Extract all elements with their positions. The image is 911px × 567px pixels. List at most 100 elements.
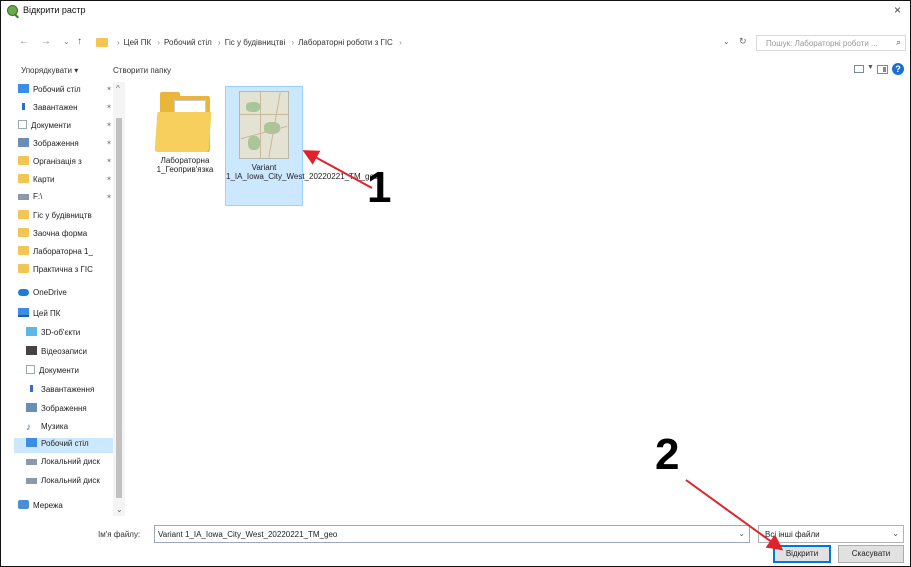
nav-item-network[interactable]: Мережа [18,500,118,515]
folder-icon [18,228,29,237]
search-placeholder: Пошук: Лабораторні роботи ... [766,39,878,48]
onedrive-icon [18,289,29,296]
pin-icon: ✶ [106,104,112,111]
file-name: Лабораторна 1_Геоприв'язка [156,156,214,174]
help-icon[interactable]: ? [892,63,904,75]
music-icon: ♪ [26,422,31,433]
breadcrumb-lab-works[interactable]: Лабораторні роботи з ГІС [298,38,393,47]
nav-item-local-disk-c[interactable]: Локальний диск [26,457,126,472]
document-icon [26,365,35,374]
folder-icon [18,156,29,165]
nav-item-correspondence[interactable]: Заочна форма [18,228,118,243]
scroll-down-icon[interactable]: ⌄ [116,505,123,514]
nav-item-videos[interactable]: Відеозаписи [26,346,126,361]
nav-item-downloads[interactable]: Завантаження [26,384,126,399]
folder-icon [18,264,29,273]
filename-label: Ім'я файлу: [98,530,141,539]
drive-icon [26,459,37,465]
file-type-select[interactable]: Всі інші файли ⌄ [758,525,904,543]
view-options-icon[interactable] [854,65,864,73]
nav-scrollbar[interactable]: ^ ⌄ [113,82,125,516]
file-item-raster[interactable]: Variant 1_IA_Iowa_City_West_20220221_TM_… [225,86,379,206]
filename-field[interactable]: ⌄ [154,525,750,543]
breadcrumb-this-pc[interactable]: Цей ПК [124,38,151,47]
file-type-value: Всі інші файли [765,530,820,539]
window-title: Відкрити растр [23,5,86,15]
up-arrow-icon[interactable]: ↑ [77,36,82,47]
nav-item-3d-objects[interactable]: 3D-об'єкти [26,327,126,342]
refresh-icon[interactable]: ↻ [739,36,747,47]
nav-item-onedrive[interactable]: OneDrive [18,288,118,303]
folder-icon [96,38,108,47]
folder-icon [18,174,29,183]
annotation-step-1: 1 [367,163,392,212]
address-dropdown-icon[interactable]: ⌄ [723,37,730,46]
search-input[interactable]: Пошук: Лабораторні роботи ... ⌕ [756,35,906,51]
view-dropdown-icon[interactable]: ▼ [867,64,874,71]
videos-icon [26,346,37,355]
open-button[interactable]: Відкрити [773,545,831,563]
address-bar: ← → ⌄ ↑ › Цей ПК › Робочий стіл › Гіс у буд… [1,32,909,54]
breadcrumb-gis[interactable]: Гіс у будівництві [225,38,286,47]
pin-icon: ✶ [106,140,112,147]
new-folder-button[interactable]: Створити папку [113,66,171,75]
drive-icon [18,194,29,200]
download-icon [18,102,29,111]
cancel-button[interactable]: Скасувати [838,545,904,563]
pin-icon: ✶ [106,176,112,183]
desktop-icon [18,84,29,93]
back-arrow-icon[interactable]: ← [19,36,29,47]
breadcrumb-desktop[interactable]: Робочий стіл [164,38,212,47]
nav-item-music[interactable]: ♪ Музика [26,422,126,437]
close-button[interactable]: × [894,3,901,17]
desktop-icon [26,438,37,447]
qgis-app-icon [7,5,18,16]
pin-icon: ✶ [106,158,112,165]
nav-item-desktop[interactable]: Робочий стіл [14,438,114,453]
navigation-pane: Робочий стіл ✶ Завантажен ✶ Документи ✶ Зоб… [14,82,126,516]
raster-map-thumbnail-icon [239,91,289,159]
folder-icon [18,246,29,255]
pin-icon: ✶ [106,194,112,201]
nav-item-pictures[interactable]: Зображення [26,403,126,418]
nav-item-desktop-pinned[interactable]: Робочий стіл ✶ [18,84,118,99]
nav-item-documents-pinned[interactable]: Документи ✶ [18,120,118,135]
file-item-folder[interactable]: Лабораторна 1_Геоприв'язка [146,88,224,174]
nav-item-drive-f[interactable]: F:\ ✶ [18,192,118,207]
pin-icon: ✶ [106,122,112,129]
nav-item-maps[interactable]: Карти ✶ [18,174,118,189]
nav-item-this-pc[interactable]: Цей ПК [18,308,118,323]
objects-3d-icon [26,327,37,336]
command-bar: Упорядкувати ▾ Створити папку ▼ ? [1,60,909,82]
forward-arrow-icon[interactable]: → [41,36,51,47]
pictures-icon [18,138,29,147]
document-icon [18,120,27,129]
network-icon [18,500,29,509]
folder-icon [18,210,29,219]
search-icon: ⌕ [895,37,901,47]
chevron-down-icon[interactable]: ⌄ [738,529,745,538]
nav-item-organization[interactable]: Організація з ✶ [18,156,118,171]
breadcrumb: › Цей ПК › Робочий стіл › Гіс у будівництві… [117,38,402,47]
pin-icon: ✶ [106,86,112,93]
nav-item-documents[interactable]: Документи [26,365,126,380]
filename-input[interactable] [158,528,728,540]
nav-item-lab-1[interactable]: Лабораторна 1_ [18,246,118,261]
chevron-down-icon: ⌄ [892,529,899,538]
this-pc-icon [18,308,29,317]
nav-item-pictures-pinned[interactable]: Зображення ✶ [18,138,118,153]
nav-item-gis-construction[interactable]: Гіс у будівництв [18,210,118,225]
nav-item-downloads-pinned[interactable]: Завантажен ✶ [18,102,118,117]
scroll-up-icon[interactable]: ^ [116,84,120,93]
preview-pane-icon[interactable] [877,65,888,74]
nav-item-local-disk-d[interactable]: Локальний диск [26,476,126,491]
organize-menu-button[interactable]: Упорядкувати ▾ [21,66,78,75]
folder-icon [154,92,214,152]
scrollbar-thumb[interactable] [116,118,122,498]
title-bar: Відкрити растр × [1,1,909,21]
annotation-step-2: 2 [655,430,680,479]
nav-item-practical-gis[interactable]: Практична з ГІС [18,264,118,279]
file-name: Variant 1_IA_Iowa_City_West_20220221_TM_… [226,163,379,181]
dialog-window [0,0,911,567]
recent-locations-icon[interactable]: ⌄ [63,37,70,46]
